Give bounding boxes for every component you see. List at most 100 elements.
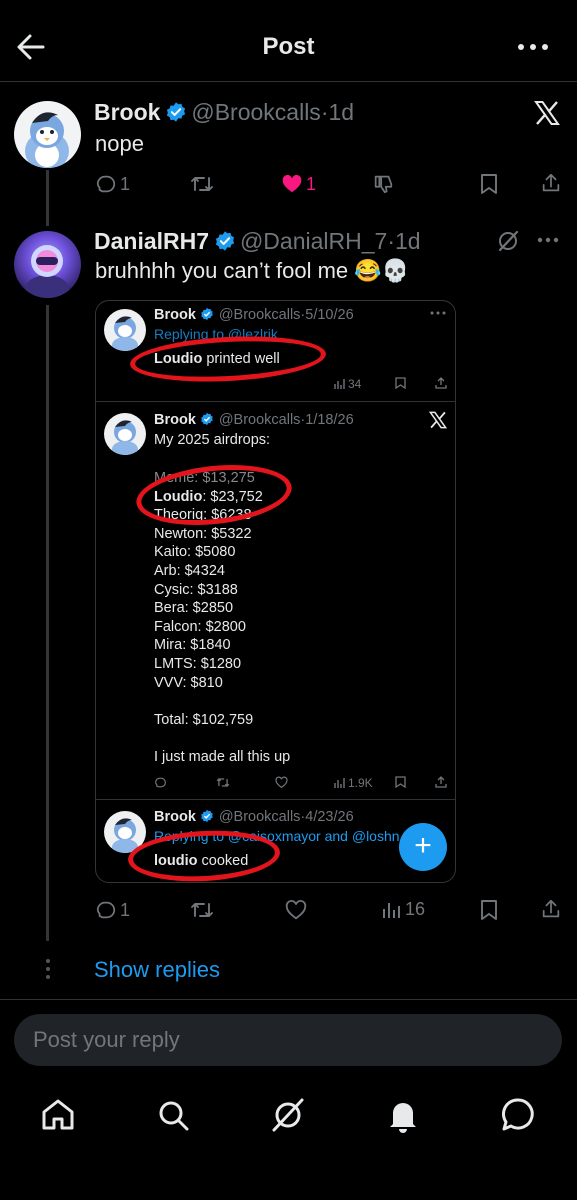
post-header: Brook @Brookcalls·1d [94, 99, 354, 128]
red-circle-annotation [126, 827, 282, 882]
bookmark-icon [395, 776, 406, 788]
quote-heading: My 2025 airdrops: [154, 432, 271, 448]
reply-button[interactable]: 1 [95, 899, 130, 921]
reply-icon [95, 173, 117, 195]
dislike-button[interactable] [372, 173, 394, 195]
divider [96, 401, 455, 402]
quote-header: Brook @Brookcalls·1/18/26 [154, 411, 354, 431]
repost-icon [216, 776, 230, 789]
reply-icon [95, 899, 117, 921]
reply-placeholder: Post your reply [33, 1027, 180, 1052]
list-item: Kaito: $5080 [154, 544, 236, 561]
post-time[interactable]: 1d [328, 99, 354, 125]
more-icon[interactable] [516, 35, 550, 59]
views: 1.9K [334, 776, 373, 790]
author-handle: @Brookcalls [218, 809, 301, 825]
list-item: VVV: $810 [154, 674, 223, 691]
compose-fab-button[interactable]: + [399, 823, 447, 871]
avatar[interactable] [14, 231, 81, 298]
x-logo-icon [534, 100, 560, 126]
search-icon[interactable] [153, 1095, 193, 1135]
quote-footer: I just made all this up [154, 749, 291, 765]
author-handle[interactable]: @Brookcalls [191, 99, 320, 125]
share-button[interactable] [540, 172, 562, 194]
bookmark-button[interactable] [479, 899, 499, 921]
views: 34 [334, 377, 361, 391]
verified-badge-icon [214, 230, 236, 257]
view-count: 34 [348, 377, 362, 391]
avatar [104, 309, 146, 351]
author-handle[interactable]: @DanialRH_7 [240, 228, 387, 254]
repost-icon [190, 899, 214, 921]
view-count: 16 [405, 899, 426, 919]
author-handle: @Brookcalls [218, 412, 301, 428]
repost-icon [190, 173, 214, 195]
verified-badge-icon [200, 809, 214, 828]
author-name[interactable]: Brook [94, 99, 160, 125]
more-icon [430, 310, 446, 316]
divider [96, 799, 455, 800]
view-count: 1.9K [348, 776, 373, 790]
author-name[interactable]: DanialRH7 [94, 228, 209, 254]
show-replies-link[interactable]: Show replies [94, 957, 220, 983]
bookmark-icon [479, 899, 499, 921]
quote-header: Brook @Brookcalls·5/10/26 [154, 306, 354, 326]
views-button[interactable]: 16 [382, 899, 425, 920]
verified-badge-icon [200, 412, 214, 431]
share-icon [435, 377, 447, 389]
bookmark-icon [479, 173, 499, 195]
post-text: bruhhhh you can’t fool me 😂💀 [95, 258, 410, 283]
post-time: 5/10/26 [305, 307, 354, 323]
reply-button[interactable]: 1 [95, 173, 130, 195]
reply-count: 1 [120, 899, 131, 920]
messages-icon[interactable] [498, 1095, 538, 1135]
list-item: LMTS: $1280 [154, 655, 242, 672]
reply-count: 1 [120, 173, 131, 194]
home-icon[interactable] [38, 1095, 78, 1135]
post-time: 1/18/26 [305, 412, 354, 428]
share-icon [435, 776, 447, 788]
quote-header: Brook @Brookcalls·4/23/26 [154, 808, 354, 828]
post-time[interactable]: 1d [395, 228, 421, 254]
repost-button[interactable] [190, 899, 214, 921]
divider [0, 999, 577, 1000]
grok-icon[interactable] [496, 229, 520, 253]
avatar [104, 413, 146, 455]
author-handle: @Brookcalls [218, 307, 301, 323]
like-button[interactable]: 1 [281, 173, 316, 195]
views-icon [334, 777, 346, 789]
heart-icon [281, 173, 303, 195]
list-item: Cysic: $3188 [154, 581, 238, 598]
post-header: DanialRH7 @DanialRH_7·1d [94, 228, 421, 257]
like-button[interactable] [285, 899, 307, 921]
share-button[interactable] [540, 898, 562, 920]
quote-total: Total: $102,759 [154, 712, 254, 728]
list-item: Newton: $5322 [154, 525, 252, 542]
list-item: Arb: $4324 [154, 562, 225, 579]
repost-button[interactable] [190, 173, 214, 195]
heart-icon [275, 776, 288, 789]
x-logo-icon [429, 411, 447, 429]
quoted-image[interactable]: Brook @Brookcalls·5/10/26 Replying to @l… [95, 300, 456, 883]
list-item: Falcon: $2800 [154, 618, 246, 635]
bell-icon[interactable] [383, 1095, 423, 1135]
more-vertical-icon [45, 958, 51, 980]
thread-line [46, 170, 49, 226]
bookmark-button[interactable] [479, 173, 499, 195]
author-name: Brook [154, 809, 196, 825]
verified-badge-icon [200, 307, 214, 326]
bookmark-icon [395, 377, 406, 389]
thread-line [46, 305, 49, 941]
heart-icon [285, 899, 307, 921]
avatar[interactable] [14, 101, 81, 168]
views-icon [334, 378, 346, 390]
author-name: Brook [154, 412, 196, 428]
plus-icon: + [414, 829, 432, 862]
page-title: Post [262, 33, 315, 60]
dislike-icon [372, 173, 394, 195]
more-icon[interactable] [537, 236, 559, 244]
views-icon [382, 900, 402, 920]
post-time: 4/23/26 [305, 809, 354, 825]
grok-icon[interactable] [268, 1095, 308, 1135]
verified-badge-icon [165, 101, 187, 128]
